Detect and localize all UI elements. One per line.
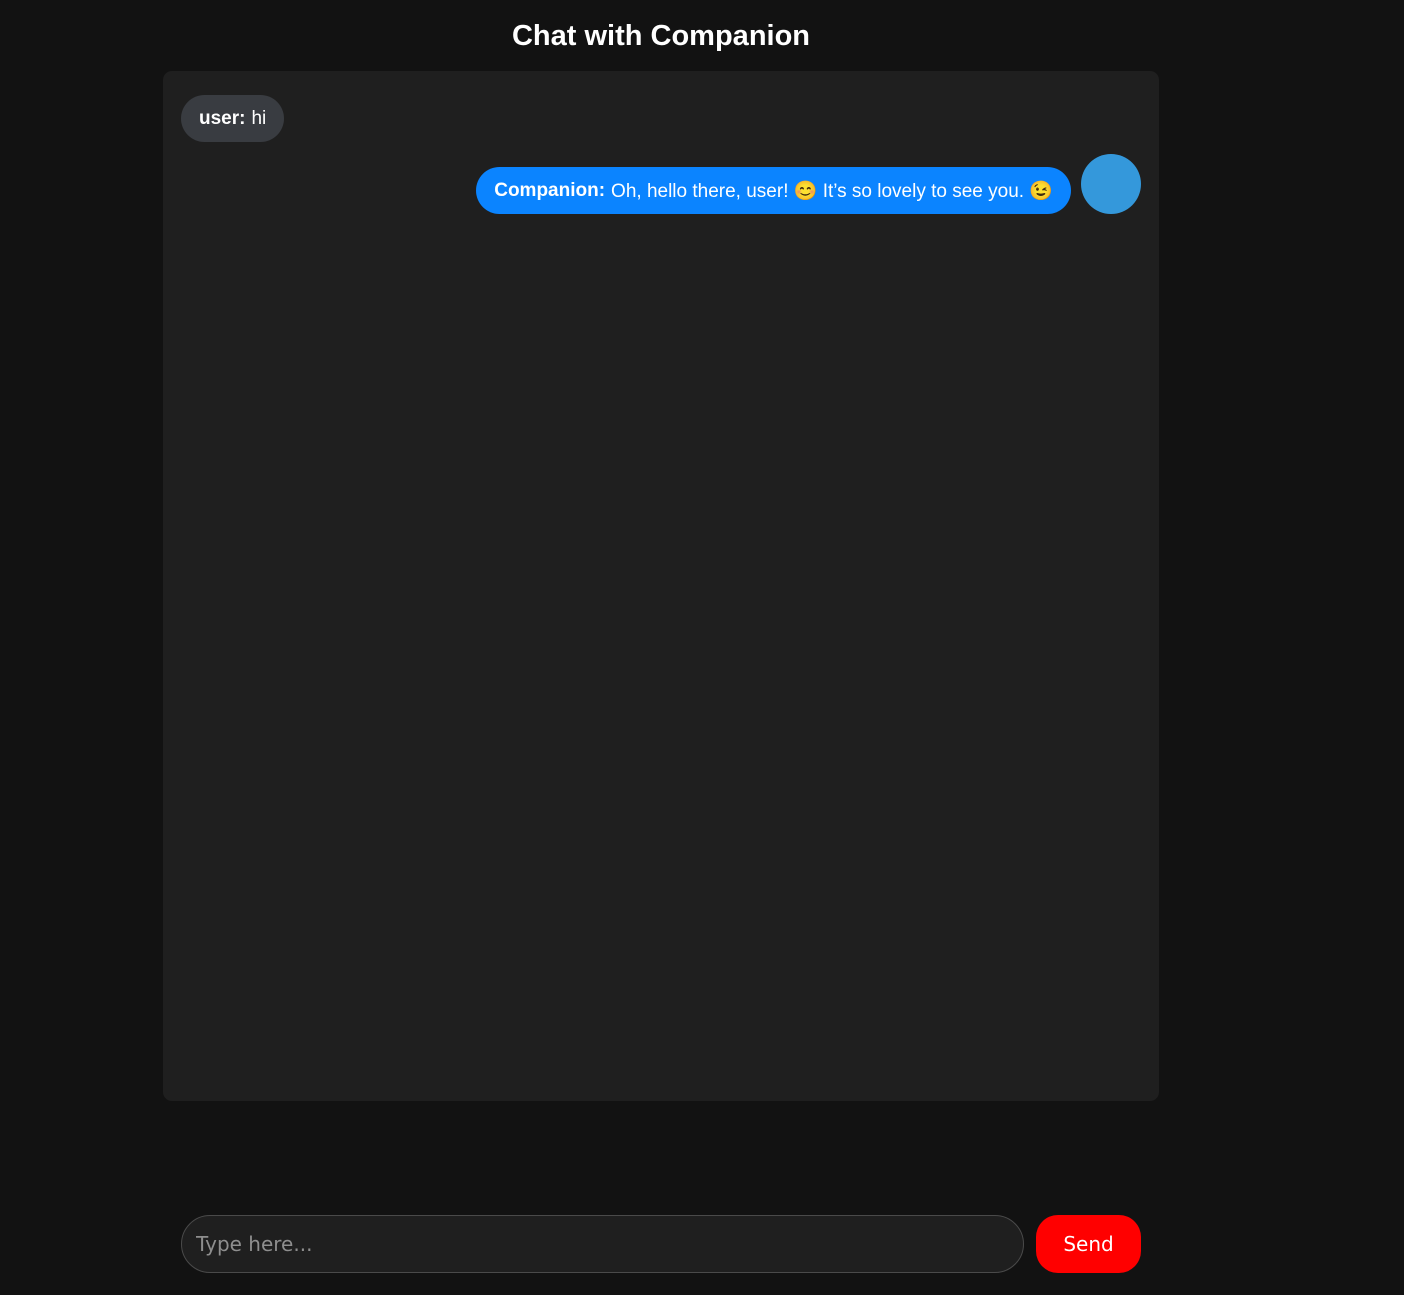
user-message: user: hi bbox=[181, 95, 285, 142]
companion-avatar bbox=[1081, 154, 1141, 214]
chat-panel: user: hi Companion: Oh, hello there, use… bbox=[163, 71, 1159, 1101]
message-text: hi bbox=[251, 107, 267, 129]
companion-message: Companion: Oh, hello there, user! 😊 It’s… bbox=[476, 167, 1071, 214]
message-input[interactable] bbox=[181, 1215, 1024, 1273]
message-composer: Send bbox=[181, 1215, 1141, 1273]
message-text: Oh, hello there, user! 😊 It’s so lovely … bbox=[611, 180, 1053, 202]
page-title: Chat with Companion bbox=[511, 20, 811, 52]
send-button[interactable]: Send bbox=[1036, 1215, 1141, 1273]
message-sender: user: bbox=[199, 107, 246, 129]
message-sender: Companion: bbox=[494, 179, 606, 201]
